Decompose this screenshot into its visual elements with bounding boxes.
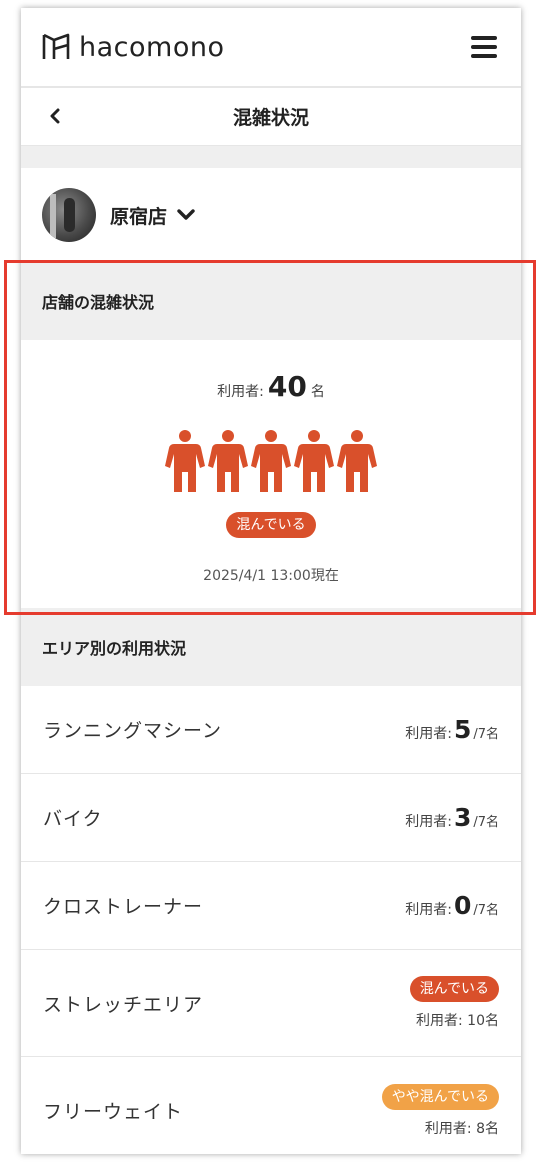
- store-name: 原宿店: [110, 205, 168, 228]
- title-bar: 混雑状況: [21, 88, 521, 146]
- area-count: 利用者: 5 /7名: [405, 715, 499, 744]
- person-icon: [165, 430, 205, 494]
- count-text: 利用者: 10名: [416, 1013, 499, 1029]
- store-avatar: [42, 188, 96, 242]
- timestamp: 2025/4/1 13:00現在: [203, 568, 339, 584]
- area-name: クロストレーナー: [43, 896, 204, 918]
- person-icon: [208, 430, 248, 494]
- logo[interactable]: hacomono: [41, 32, 224, 63]
- page-title: 混雑状況: [232, 107, 309, 129]
- area-row-crosstrainer: クロストレーナー 利用者: 0 /7名: [21, 862, 521, 950]
- status-badge: 混んでいる: [226, 512, 316, 538]
- crowd-badge: 混んでいる: [409, 976, 499, 1002]
- area-list: ランニングマシーン 利用者: 5 /7名 バイク 利用者: 3 /7名 クロスト…: [21, 686, 521, 1154]
- app-header: hacomono: [21, 8, 521, 88]
- users-label: 利用者:: [217, 384, 264, 400]
- store-selector[interactable]: 原宿店: [110, 202, 195, 229]
- person-icon: [294, 430, 334, 494]
- count-text: 利用者: 8名: [424, 1120, 499, 1137]
- count-capacity: /7名: [473, 903, 499, 918]
- count-label: 利用者:: [405, 814, 452, 830]
- users-count: 40: [267, 370, 307, 403]
- area-status-header: エリア別の利用状況: [21, 608, 521, 686]
- area-name: フリーウェイト: [43, 1101, 184, 1123]
- hamburger-icon[interactable]: [471, 36, 497, 58]
- logo-text: hacomono: [79, 31, 225, 63]
- area-name: ストレッチエリア: [43, 993, 204, 1016]
- back-button[interactable]: [43, 102, 67, 130]
- store-row: 原宿店: [21, 168, 521, 262]
- chevron-left-icon: [50, 108, 60, 124]
- area-count: 利用者: 0 /7名: [405, 891, 499, 920]
- count-label: 利用者:: [405, 726, 452, 742]
- count-capacity: /7名: [473, 815, 499, 830]
- area-count: やや混んでいる 利用者: 8名: [381, 1083, 499, 1138]
- count-capacity: /7名: [473, 727, 499, 742]
- gap-band: [21, 146, 521, 168]
- count-number: 0: [453, 891, 472, 920]
- phone-frame: hacomono 混雑状況 原宿店 店舗の混雑状況 利用者: 40 名 混んでい…: [21, 8, 521, 1154]
- crowd-badge: やや混んでいる: [381, 1083, 499, 1110]
- count-label: 利用者:: [405, 902, 452, 918]
- area-name: ランニングマシーン: [43, 720, 223, 742]
- count-number: 3: [453, 803, 472, 832]
- area-count: 混んでいる 利用者: 10名: [409, 976, 499, 1030]
- area-row-running: ランニングマシーン 利用者: 5 /7名: [21, 686, 521, 774]
- store-status-header: 店舗の混雑状況: [21, 262, 521, 340]
- area-name: バイク: [43, 808, 103, 830]
- area-count: 利用者: 3 /7名: [405, 803, 499, 832]
- count-number: 5: [453, 715, 472, 744]
- area-row-stretch: ストレッチエリア 混んでいる 利用者: 10名: [21, 950, 521, 1057]
- chevron-down-icon: [177, 209, 195, 220]
- users-line: 利用者: 40 名: [21, 370, 521, 403]
- person-icon: [337, 430, 377, 494]
- status-badge-wrap: 混んでいる: [21, 512, 521, 538]
- users-unit: 名: [310, 384, 325, 400]
- store-status-card: 利用者: 40 名 混んでいる 2025/4/1 13:00現在: [21, 340, 521, 608]
- person-icon: [251, 430, 291, 494]
- area-row-freeweight: フリーウェイト やや混んでいる 利用者: 8名: [21, 1057, 521, 1154]
- logo-mark-icon: [42, 33, 70, 59]
- crowd-icons: [21, 430, 521, 494]
- area-row-bike: バイク 利用者: 3 /7名: [21, 774, 521, 862]
